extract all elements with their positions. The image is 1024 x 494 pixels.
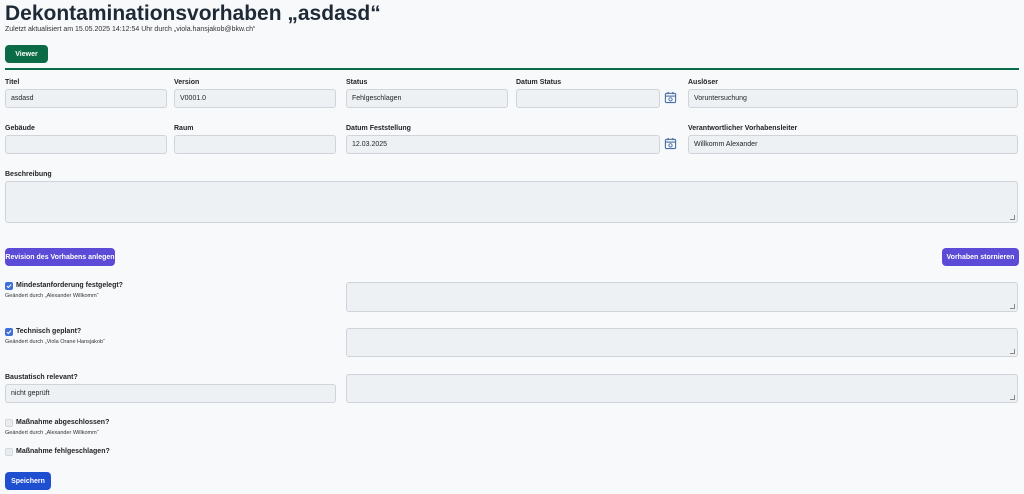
datum-feststellung-label: Datum Feststellung xyxy=(346,125,411,132)
resize-handle[interactable] xyxy=(1010,304,1015,309)
datum-feststellung-input[interactable]: 12.03.2025 xyxy=(346,135,660,154)
datum-status-label: Datum Status xyxy=(516,79,562,86)
beschreibung-textarea[interactable] xyxy=(5,181,1018,223)
massnahme-abgeschlossen-checkbox[interactable] xyxy=(5,419,13,427)
ausloeser-label: Auslöser xyxy=(688,79,718,86)
technisch-geplant-label: Technisch geplant? xyxy=(16,328,82,335)
raum-label: Raum xyxy=(174,125,194,132)
titel-label: Titel xyxy=(5,79,20,86)
technisch-geplant-changed-by: Geändert durch „Viola Orane Hansjakob“ xyxy=(5,339,105,345)
datum-status-input[interactable] xyxy=(516,89,660,108)
vorhabensleiter-input[interactable]: Willkomm Alexander xyxy=(688,135,1018,154)
viewer-button[interactable]: Viewer xyxy=(5,45,48,63)
massnahme-abgeschlossen-changed-by: Geändert durch „Alexander Willkomm“ xyxy=(5,430,99,436)
gebaeude-input[interactable] xyxy=(5,135,167,154)
resize-handle[interactable] xyxy=(1010,349,1015,354)
last-updated-text: Zuletzt aktualisiert am 15.05.2025 14:12… xyxy=(5,26,256,33)
mindestanforderung-comment[interactable] xyxy=(346,282,1018,312)
mindestanforderung-checkbox[interactable] xyxy=(5,282,13,290)
vorhabensleiter-label: Verantwortlicher Vorhabensleiter xyxy=(688,125,798,132)
status-input[interactable]: Fehlgeschlagen xyxy=(346,89,508,108)
version-label: Version xyxy=(174,79,200,86)
gebaeude-label: Gebäude xyxy=(5,125,35,132)
technisch-geplant-comment[interactable] xyxy=(346,328,1018,357)
ausloeser-input[interactable]: Voruntersuchung xyxy=(688,89,1018,108)
resize-handle[interactable] xyxy=(1010,395,1015,400)
mindestanforderung-changed-by: Geändert durch „Alexander Willkomm“ xyxy=(5,293,99,299)
massnahme-abgeschlossen-label: Maßnahme abgeschlossen? xyxy=(16,419,110,426)
technisch-geplant-checkbox[interactable] xyxy=(5,328,13,336)
beschreibung-label: Beschreibung xyxy=(5,171,52,178)
raum-input[interactable] xyxy=(174,135,336,154)
page-title: Dekontaminationsvorhaben „asdasd“ xyxy=(5,2,381,25)
check-icon xyxy=(6,284,12,289)
baustatisch-label: Baustatisch relevant? xyxy=(5,374,78,381)
status-label: Status xyxy=(346,79,368,86)
calendar-icon[interactable] xyxy=(664,137,677,150)
vorhaben-stornieren-button[interactable]: Vorhaben stornieren xyxy=(942,248,1019,266)
massnahme-fehlgeschlagen-checkbox[interactable] xyxy=(5,448,13,456)
check-icon xyxy=(6,330,12,335)
baustatisch-select[interactable]: nicht geprüft xyxy=(5,384,336,403)
baustatisch-comment[interactable] xyxy=(346,374,1018,403)
resize-handle[interactable] xyxy=(1010,215,1015,220)
save-button[interactable]: Speichern xyxy=(5,472,51,490)
header-divider xyxy=(5,68,1019,70)
mindestanforderung-label: Mindestanforderung festgelegt? xyxy=(16,282,123,289)
revision-anlegen-button[interactable]: Revision des Vorhabens anlegen xyxy=(5,248,115,266)
titel-input[interactable]: asdasd xyxy=(5,89,167,108)
calendar-icon[interactable] xyxy=(664,91,677,104)
version-input[interactable]: V0001.0 xyxy=(174,89,336,108)
massnahme-fehlgeschlagen-label: Maßnahme fehlgeschlagen? xyxy=(16,448,110,455)
